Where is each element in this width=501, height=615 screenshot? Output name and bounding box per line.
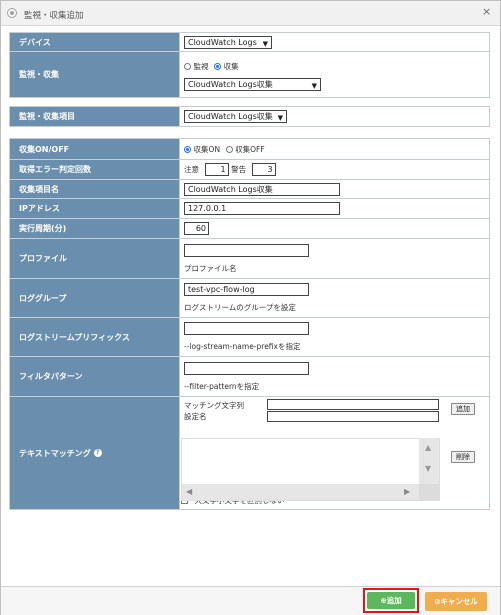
matching-list-vscrollbar[interactable]: ▲ ▼: [419, 438, 439, 484]
collect-onoff-label: 収集ON/OFF: [9, 138, 180, 160]
ip-input[interactable]: 127.0.0.1: [184, 202, 340, 215]
device-select[interactable]: CloudWatch Logs ▼: [184, 35, 272, 49]
error-count-label: 取得エラー判定回数: [9, 159, 180, 180]
cancel-button[interactable]: ⊘キャンセル: [425, 592, 487, 611]
log-group-hint: ログストリームのグループを設定: [184, 303, 296, 312]
profile-hint: プロファイル名: [184, 263, 237, 273]
match-string-input[interactable]: [267, 399, 439, 410]
delete-match-button[interactable]: 削除: [451, 451, 475, 463]
dialog-titlebar: 監視・収集追加 ×: [1, 1, 500, 26]
text-matching-label: テキストマッチング ?: [9, 396, 180, 510]
add-button-label: 追加: [386, 596, 402, 605]
caution-label: 注意: [184, 165, 199, 174]
interval-label: 実行周期(分): [9, 218, 180, 239]
match-string-label: マッチング文字列: [184, 401, 244, 410]
log-group-input[interactable]: test-vpc-flow-log: [184, 283, 309, 296]
add-match-button[interactable]: 追加: [451, 403, 475, 415]
scroll-right-icon[interactable]: ▶: [404, 487, 410, 496]
collect-on-label: 収集ON: [193, 144, 221, 154]
add-button[interactable]: ⊕追加: [367, 592, 415, 609]
warning-label: 警告: [231, 165, 247, 174]
filter-hint: --filter-patternを指定: [184, 381, 260, 391]
profile-label: プロファイル: [9, 238, 180, 279]
text-matching-label-text: テキストマッチング: [19, 448, 91, 458]
filter-label: フィルタパターン: [9, 356, 180, 397]
scroll-left-icon[interactable]: ◀: [186, 487, 192, 496]
scroll-down-icon[interactable]: ▼: [425, 464, 431, 473]
add-monitor-dialog: 監視・収集追加 × デバイス CloudWatch Logs ▼ 監視・収集 監視…: [0, 0, 501, 615]
interval-input[interactable]: 60: [184, 222, 209, 235]
scrollbar-corner: [419, 484, 439, 500]
dialog-title: 監視・収集追加: [24, 11, 84, 21]
filter-input[interactable]: [184, 361, 309, 375]
help-icon[interactable]: ?: [93, 449, 102, 457]
collect-off-radio[interactable]: [225, 145, 233, 153]
cancel-button-label: キャンセル: [440, 597, 478, 606]
chevron-down-icon: ▼: [262, 39, 268, 48]
device-section: デバイス CloudWatch Logs ▼ 監視・収集 監視 収集 CloudW…: [9, 32, 490, 98]
ip-label: IPアドレス: [9, 198, 180, 219]
warning-count-input[interactable]: 3: [251, 163, 276, 176]
close-icon[interactable]: ×: [482, 5, 491, 18]
setting-name-label: 設定名: [184, 412, 207, 421]
scroll-up-icon[interactable]: ▲: [425, 443, 431, 452]
item-select[interactable]: CloudWatch Logs収集 ▼: [184, 110, 287, 123]
log-group-label: ロググループ: [9, 278, 180, 318]
monitor-type-select[interactable]: CloudWatch Logs収集 ▼: [184, 77, 321, 91]
profile-input[interactable]: [184, 243, 309, 257]
monitor-radio-label: 監視: [193, 61, 209, 71]
monitor-label: 監視・収集: [9, 51, 180, 98]
stream-prefix-input[interactable]: [184, 322, 309, 335]
collect-on-radio[interactable]: [184, 145, 191, 153]
setting-name-input[interactable]: [267, 411, 439, 422]
item-name-label: 収集項目名: [9, 179, 180, 199]
matching-list-hscrollbar[interactable]: ◀ ▶: [182, 484, 419, 500]
item-label: 監視・収集項目: [9, 106, 180, 127]
item-name-input[interactable]: CloudWatch Logs収集: [184, 182, 340, 196]
chevron-down-icon: ▼: [311, 81, 317, 90]
monitor-radio[interactable]: [184, 62, 191, 70]
collect-radio[interactable]: [214, 62, 222, 70]
stream-prefix-label: ログストリームプリフィックス: [9, 317, 180, 357]
gear-icon: [7, 8, 17, 18]
item-section: 監視・収集項目 CloudWatch Logs収集 ▼: [9, 106, 490, 127]
chevron-down-icon: ▼: [277, 114, 283, 122]
stream-prefix-hint: --log-stream-name-prefixを指定: [184, 342, 301, 351]
collect-radio-label: 収集: [223, 61, 239, 71]
collect-off-label: 収集OFF: [235, 144, 265, 154]
device-label: デバイス: [9, 32, 180, 52]
add-button-highlight: ⊕追加: [363, 588, 419, 613]
caution-count-input[interactable]: 1: [204, 163, 229, 176]
